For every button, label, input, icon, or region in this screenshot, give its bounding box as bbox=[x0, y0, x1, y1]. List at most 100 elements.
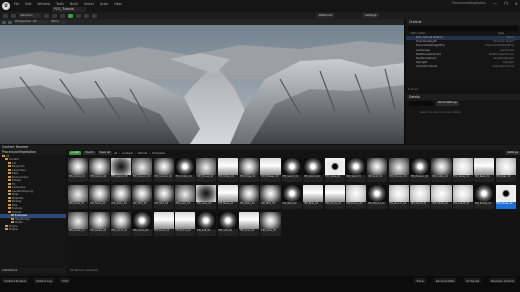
menu-file[interactable]: File bbox=[14, 2, 19, 6]
collections-header[interactable]: Collections bbox=[0, 268, 66, 273]
asset-tile[interactable]: HM_Island_02 bbox=[303, 158, 324, 182]
lit-dropdown[interactable]: Lit bbox=[32, 20, 48, 24]
perspective-dropdown[interactable]: Perspective bbox=[14, 20, 31, 24]
asset-tile[interactable]: HM_Hills_01 bbox=[132, 185, 153, 210]
asset-tile[interactable]: HM_Glow_02 bbox=[260, 212, 281, 237]
close-icon[interactable]: ✕ bbox=[515, 1, 518, 6]
breadcrumb-examples[interactable]: Examples bbox=[152, 152, 165, 155]
world-settings-button[interactable]: World Settings bbox=[436, 101, 459, 106]
content-settings-button[interactable]: Settings bbox=[505, 150, 520, 156]
import-button[interactable]: Import bbox=[83, 150, 96, 156]
asset-tile[interactable]: HM_Burst_02 bbox=[174, 212, 196, 237]
menu-select[interactable]: Select bbox=[84, 2, 94, 6]
folder-tree-item[interactable]: Plugins bbox=[0, 228, 66, 232]
asset-tile[interactable]: HM_Streak_01 bbox=[474, 185, 495, 210]
asset-tile[interactable]: HM_Dome_01 bbox=[324, 185, 345, 210]
asset-tile[interactable]: HM_Blob_02 bbox=[281, 185, 302, 210]
breadcrumb-all[interactable]: All bbox=[114, 152, 117, 155]
column-type[interactable]: Type bbox=[498, 32, 504, 36]
asset-tile[interactable]: HM_Falloff_01 bbox=[410, 185, 431, 210]
asset-tile[interactable]: HM_Radial_01 bbox=[68, 212, 89, 237]
asset-tile[interactable]: HM_Noise_01 bbox=[68, 185, 89, 210]
menu-edit[interactable]: Edit bbox=[25, 2, 31, 6]
asset-tile[interactable]: HM_Glow_01 bbox=[239, 212, 260, 237]
minimize-icon[interactable]: — bbox=[493, 1, 497, 6]
menu-actor[interactable]: Actor bbox=[100, 2, 108, 6]
show-dropdown[interactable]: Show bbox=[50, 20, 66, 24]
output-log-button[interactable]: Output Log bbox=[34, 278, 54, 283]
level-viewport[interactable] bbox=[0, 19, 404, 144]
menu-build[interactable]: Build bbox=[70, 2, 78, 6]
browse-icon[interactable] bbox=[11, 13, 16, 18]
asset-tile[interactable]: HM_Hills_02 bbox=[153, 185, 174, 210]
asset-tile[interactable]: HM_Dunes_01 bbox=[196, 158, 217, 182]
asset-tile[interactable]: HM_Streak_02 bbox=[495, 185, 516, 210]
asset-tile[interactable]: HM_Cloud_01 bbox=[110, 212, 131, 237]
asset-tile[interactable]: HM_Alpine_02 bbox=[89, 158, 110, 182]
asset-tile[interactable]: HM_Island_01 bbox=[281, 158, 302, 182]
settings-button[interactable]: Settings bbox=[362, 13, 380, 18]
asset-tile[interactable]: HM_Lake_01 bbox=[174, 185, 196, 210]
asset-tile[interactable]: HM_Peak_02 bbox=[495, 158, 516, 182]
asset-tile[interactable]: HM_Noise_03 bbox=[110, 185, 131, 210]
asset-tile[interactable]: HM_Canyon_01 bbox=[132, 158, 153, 182]
asset-tile[interactable]: HM_Ridge_02 bbox=[239, 158, 260, 182]
asset-tile[interactable]: HM_Cloud_02 bbox=[132, 212, 153, 237]
asset-tile[interactable]: HM_Crater_01 bbox=[174, 158, 196, 182]
menu-tools[interactable]: Tools bbox=[56, 2, 64, 6]
stop-icon[interactable] bbox=[84, 13, 89, 18]
outliner-search-input[interactable] bbox=[408, 26, 518, 31]
viewport-menu-icon[interactable] bbox=[2, 20, 6, 24]
asset-tile[interactable]: HM_Radial_02 bbox=[89, 212, 110, 237]
details-title[interactable]: Details bbox=[406, 94, 520, 100]
asset-tile[interactable]: HM_Soft_01 bbox=[196, 212, 217, 237]
asset-tile[interactable]: HM_Mound_01 bbox=[367, 185, 388, 210]
asset-tile[interactable]: HM_Blob_03 bbox=[303, 185, 324, 210]
translate-icon[interactable] bbox=[8, 20, 12, 24]
platforms-button[interactable]: Platforms bbox=[316, 13, 336, 18]
asset-tile[interactable]: HM_Alpine_01 bbox=[68, 158, 89, 182]
all-saved-indicator[interactable]: All Saved bbox=[464, 278, 482, 283]
save-all-button[interactable]: Save All bbox=[97, 150, 113, 156]
asset-tile[interactable]: HM_Erosion_02 bbox=[410, 158, 431, 182]
breadcrumb-tutorial[interactable]: Tutorial bbox=[138, 152, 148, 155]
derived-data-button[interactable]: Derived Data bbox=[433, 278, 457, 283]
asset-tile[interactable]: HM_Soft_02 bbox=[217, 212, 238, 237]
blueprint-icon[interactable] bbox=[52, 13, 57, 18]
pause-icon[interactable] bbox=[76, 13, 81, 18]
asset-tile[interactable]: HM_Lake_02 bbox=[196, 185, 217, 210]
asset-tile[interactable]: HM_Falloff_02 bbox=[431, 185, 452, 210]
trace-button[interactable]: Trace bbox=[414, 278, 426, 283]
revision-control-button[interactable]: Revision Control bbox=[489, 278, 516, 283]
play-options-icon[interactable] bbox=[92, 13, 97, 18]
asset-tile[interactable]: HM_Ridge_01 bbox=[217, 158, 238, 182]
maximize-icon[interactable]: ❐ bbox=[504, 1, 508, 6]
asset-tile[interactable]: HM_Plateau_01 bbox=[260, 158, 281, 182]
add-actor-icon[interactable] bbox=[44, 13, 49, 18]
outliner-row[interactable]: VolumetricCloud VolumetricCloud bbox=[406, 65, 520, 69]
asset-tile[interactable]: HM_Erosion_01 bbox=[388, 158, 409, 182]
asset-tile[interactable]: HM_Canyon_02 bbox=[153, 158, 174, 182]
menu-window[interactable]: Window bbox=[38, 2, 51, 6]
asset-tile[interactable]: HM_Falloff_03 bbox=[452, 185, 473, 210]
asset-tile[interactable]: HM_Burst_01 bbox=[153, 212, 174, 237]
asset-tile[interactable]: HM_Mesa_02 bbox=[239, 185, 260, 210]
save-icon[interactable] bbox=[3, 13, 8, 18]
asset-tile[interactable]: HM_Noise_02 bbox=[89, 185, 110, 210]
breadcrumb-content[interactable]: Content bbox=[122, 152, 132, 155]
asset-tile[interactable]: HM_Valley_01 bbox=[431, 158, 452, 182]
menu-help[interactable]: Help bbox=[114, 2, 121, 6]
asset-tile[interactable]: HM_Mesa_01 bbox=[217, 185, 238, 210]
asset-tile[interactable]: HM_Valley_02 bbox=[452, 158, 473, 182]
unreal-logo-icon[interactable]: U bbox=[2, 2, 10, 10]
selection-mode-dropdown[interactable]: Selection Mode bbox=[19, 13, 41, 22]
details-search-input[interactable] bbox=[409, 101, 433, 106]
asset-tile[interactable]: HM_Mound_02 bbox=[388, 185, 409, 210]
asset-tile[interactable]: HM_Spot_01 bbox=[345, 158, 367, 182]
add-button[interactable]: + Add bbox=[69, 150, 82, 156]
cinematics-icon[interactable] bbox=[60, 13, 65, 18]
asset-tile[interactable]: HM_Dome_02 bbox=[345, 185, 367, 210]
outliner-title[interactable]: Outliner bbox=[406, 19, 520, 25]
asset-tile[interactable]: HM_Blob_01 bbox=[260, 185, 281, 210]
asset-tile[interactable]: HM_Spot_02 bbox=[367, 158, 388, 182]
